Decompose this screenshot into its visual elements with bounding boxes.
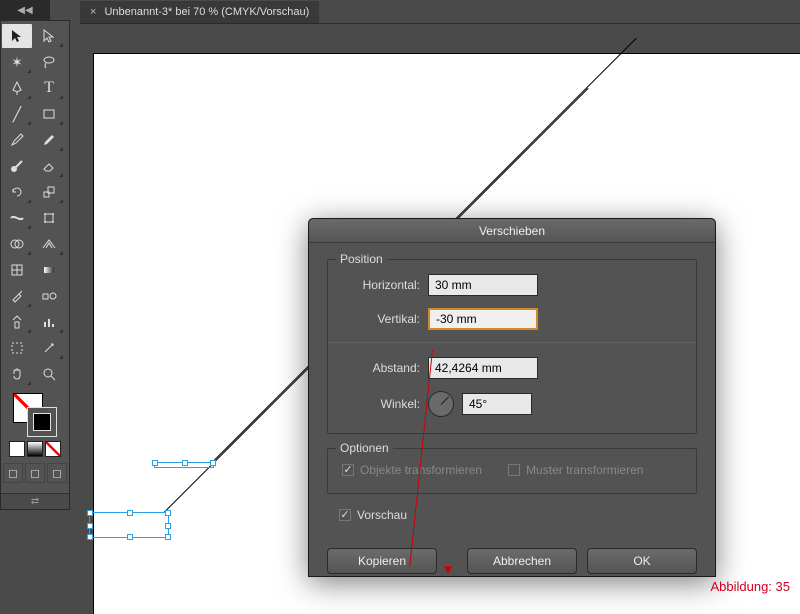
distance-input[interactable] (428, 357, 538, 379)
symbol-sprayer-tool[interactable] (2, 310, 32, 334)
scale-tool[interactable] (34, 180, 64, 204)
draw-normal[interactable]: ◻ (3, 463, 23, 483)
figure-caption: Abbildung: 35 (710, 579, 790, 594)
fill-stroke-swatch[interactable] (13, 393, 57, 437)
blend-tool[interactable] (34, 284, 64, 308)
type-tool[interactable]: T (34, 76, 64, 100)
artboard-tool[interactable] (2, 336, 32, 360)
paintbrush-tool[interactable] (2, 128, 32, 152)
horizontal-label: Horizontal: (342, 278, 420, 292)
eraser-tool[interactable] (34, 154, 64, 178)
shape-builder-tool[interactable] (2, 232, 32, 256)
vertical-input[interactable] (428, 308, 538, 330)
angle-label: Winkel: (342, 397, 420, 411)
perspective-grid-tool[interactable] (34, 232, 64, 256)
pen-tool[interactable] (2, 76, 32, 100)
ok-button[interactable]: OK (587, 548, 697, 574)
transform-patterns-checkbox (508, 464, 520, 476)
document-tab-bar: × Unbenannt-3* bei 70 % (CMYK/Vorschau) (80, 0, 800, 24)
options-group: Optionen Objekte transformieren Muster t… (327, 448, 697, 494)
gradient-tool[interactable] (34, 258, 64, 282)
color-mode-none[interactable] (45, 441, 61, 457)
position-group: Position Horizontal: Vertikal: Abstand: … (327, 259, 697, 434)
mesh-tool[interactable] (2, 258, 32, 282)
width-tool[interactable] (2, 206, 32, 230)
chevron-left-icon: ◀◀ (17, 5, 32, 16)
rotate-tool[interactable] (2, 180, 32, 204)
close-tab-icon[interactable]: × (90, 6, 96, 18)
direct-selection-tool[interactable] (34, 24, 64, 48)
selection-tool[interactable] (2, 24, 32, 48)
angle-dial[interactable] (428, 391, 454, 417)
free-transform-tool[interactable] (34, 206, 64, 230)
selection-bounds[interactable] (89, 512, 169, 538)
line-segment-tool[interactable]: ╱ (2, 102, 32, 126)
document-tab-title: Unbenannt-3* bei 70 % (CMYK/Vorschau) (104, 6, 309, 18)
annotation-arrow-head (444, 566, 452, 574)
angle-input[interactable] (462, 393, 532, 415)
copy-button[interactable]: Kopieren (327, 548, 437, 574)
eyedropper-tool[interactable] (2, 284, 32, 308)
position-group-label: Position (336, 252, 387, 266)
preview-checkbox[interactable] (339, 509, 351, 521)
draw-inside[interactable]: ◻ (47, 463, 67, 483)
move-dialog: Verschieben Position Horizontal: Vertika… (308, 218, 716, 577)
transform-objects-checkbox (342, 464, 354, 476)
blob-brush-tool[interactable] (2, 154, 32, 178)
dialog-title[interactable]: Verschieben (309, 219, 715, 243)
transform-objects-label: Objekte transformieren (360, 463, 482, 477)
hand-tool[interactable] (2, 362, 32, 386)
draw-behind[interactable]: ◻ (25, 463, 45, 483)
color-mode-solid[interactable] (9, 441, 25, 457)
magic-wand-tool[interactable]: ✶ (2, 50, 32, 74)
cancel-button[interactable]: Abbrechen (467, 548, 577, 574)
lasso-tool[interactable] (34, 50, 64, 74)
vertical-label: Vertikal: (342, 312, 420, 326)
toolbox-collapse-top[interactable]: ◀◀ (0, 0, 50, 20)
slice-tool[interactable] (34, 336, 64, 360)
transform-patterns-label: Muster transformieren (526, 463, 643, 477)
stroke-swatch[interactable] (27, 407, 57, 437)
horizontal-input[interactable] (428, 274, 538, 296)
document-tab[interactable]: × Unbenannt-3* bei 70 % (CMYK/Vorschau) (80, 1, 319, 23)
distance-label: Abstand: (342, 361, 420, 375)
preview-label: Vorschau (357, 508, 407, 522)
pencil-tool[interactable] (34, 128, 64, 152)
column-graph-tool[interactable] (34, 310, 64, 334)
screen-mode-toggle[interactable]: ⇄ (1, 493, 69, 509)
zoom-tool[interactable] (34, 362, 64, 386)
tool-panel: ✶ T ╱ (0, 20, 70, 510)
options-group-label: Optionen (336, 441, 393, 455)
selection-preview-1 (154, 462, 214, 468)
rectangle-tool[interactable] (34, 102, 64, 126)
color-mode-gradient[interactable] (27, 441, 43, 457)
